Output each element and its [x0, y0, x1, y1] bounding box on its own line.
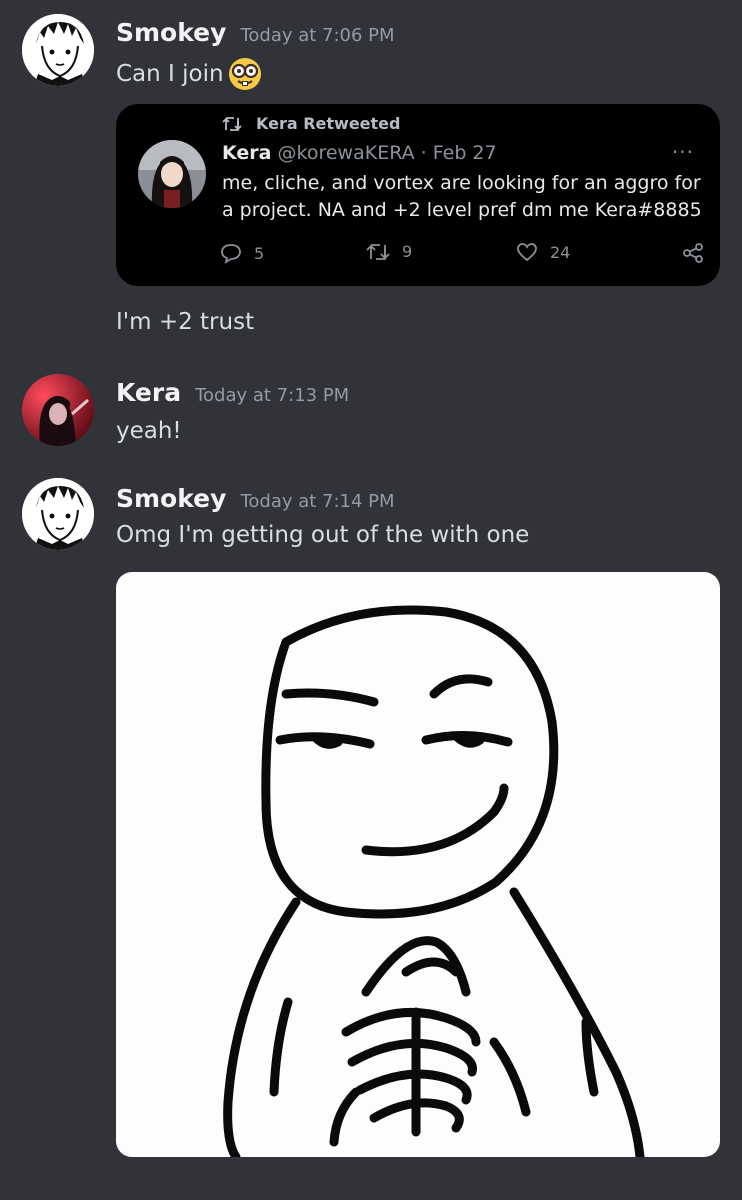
heart-icon: [517, 243, 537, 262]
message-header: Smokey Today at 7:14 PM: [116, 484, 395, 513]
message-text: I'm +2 trust: [116, 309, 255, 335]
retweet-line: Kera Retweeted: [222, 114, 400, 133]
message-timestamp: Today at 7:13 PM: [195, 385, 350, 406]
message-text: Can I join: [116, 57, 262, 91]
retweet-count: 9: [402, 242, 413, 261]
smug-face-meme-image: [223, 605, 645, 1157]
message-text: Omg I'm getting out of the with one: [116, 522, 530, 548]
like-action[interactable]: 24: [516, 242, 570, 262]
tweet-body: me, cliche, and vortex are looking for a…: [222, 172, 702, 221]
author-name[interactable]: Kera: [116, 378, 181, 407]
image-attachment[interactable]: [116, 572, 720, 1157]
tweet-handle-date[interactable]: @korewaKERA · Feb 27: [278, 142, 497, 164]
tweet-embed[interactable]: Kera Retweeted Kera @korewaKERA · Feb 27…: [116, 104, 720, 286]
tweet-author-name[interactable]: Kera: [222, 142, 271, 164]
avatar-kera[interactable]: [22, 374, 94, 446]
author-name[interactable]: Smokey: [116, 484, 226, 513]
share-icon: [683, 243, 703, 263]
tweet-avatar[interactable]: [138, 140, 206, 208]
avatar-smokey[interactable]: [22, 14, 94, 86]
message-header: Kera Today at 7:13 PM: [116, 378, 349, 407]
share-action[interactable]: [682, 242, 716, 264]
message-timestamp: Today at 7:06 PM: [240, 25, 395, 46]
more-options-icon[interactable]: ···: [672, 140, 694, 164]
author-name[interactable]: Smokey: [116, 18, 226, 47]
retweet-label: Kera Retweeted: [256, 114, 401, 133]
like-count: 24: [550, 242, 571, 262]
message-text: yeah!: [116, 418, 182, 444]
reply-icon: [221, 244, 241, 264]
retweet-icon: [366, 243, 390, 260]
tweet-actions: 5 9 24: [220, 242, 703, 272]
avatar-smokey[interactable]: [22, 478, 94, 550]
reply-count: 5: [254, 243, 265, 263]
message-timestamp: Today at 7:14 PM: [240, 491, 395, 512]
reply-action[interactable]: 5: [220, 242, 264, 264]
retweet-action[interactable]: 9: [366, 242, 412, 261]
tweet-header: Kera @korewaKERA · Feb 27: [222, 142, 497, 164]
retweet-icon: [222, 116, 242, 131]
nerd-face-emoji-icon: [228, 57, 262, 91]
message-header: Smokey Today at 7:06 PM: [116, 18, 395, 47]
